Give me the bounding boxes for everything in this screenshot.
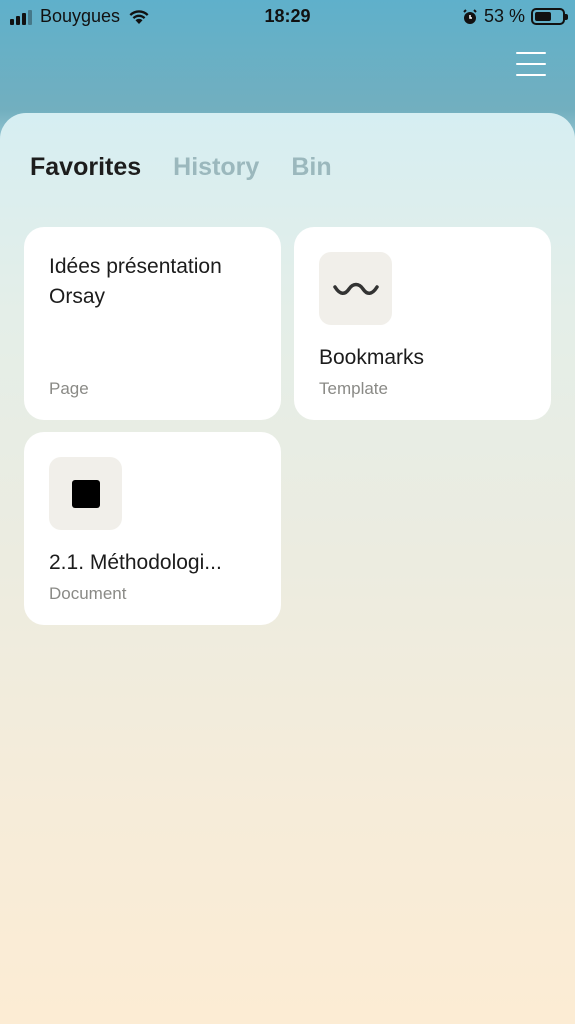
tab-bar: Favorites History Bin: [30, 153, 332, 182]
wave-icon: [319, 252, 392, 325]
alarm-icon: [463, 8, 477, 24]
black-square-icon: [49, 457, 122, 530]
card-title: Idées présentation Orsay: [49, 255, 222, 308]
tab-bin[interactable]: Bin: [291, 153, 331, 182]
battery-icon: [531, 8, 568, 25]
battery-percent: 53 %: [483, 6, 525, 26]
favorite-card-document[interactable]: 2.1. Méthodologi... Document: [24, 432, 281, 625]
card-type: Template: [319, 379, 388, 398]
favorite-card-page[interactable]: Idées présentation Orsay Page: [24, 227, 281, 420]
status-right: 53 %: [462, 6, 568, 27]
status-bar: Bouygues 18:29 53 %: [0, 0, 575, 34]
card-type: Page: [49, 379, 89, 398]
tab-history[interactable]: History: [173, 153, 259, 182]
card-title: Bookmarks: [319, 346, 425, 369]
hamburger-menu-icon: [516, 52, 546, 54]
card-title: 2.1. Méthodologi...: [49, 551, 222, 574]
tab-favorites[interactable]: Favorites: [30, 153, 141, 182]
main-panel: Favorites History Bin Idées présentation…: [0, 113, 575, 1024]
menu-button[interactable]: [514, 50, 548, 80]
favorite-card-bookmarks[interactable]: Bookmarks Template: [294, 227, 551, 420]
card-type: Document: [49, 584, 127, 603]
